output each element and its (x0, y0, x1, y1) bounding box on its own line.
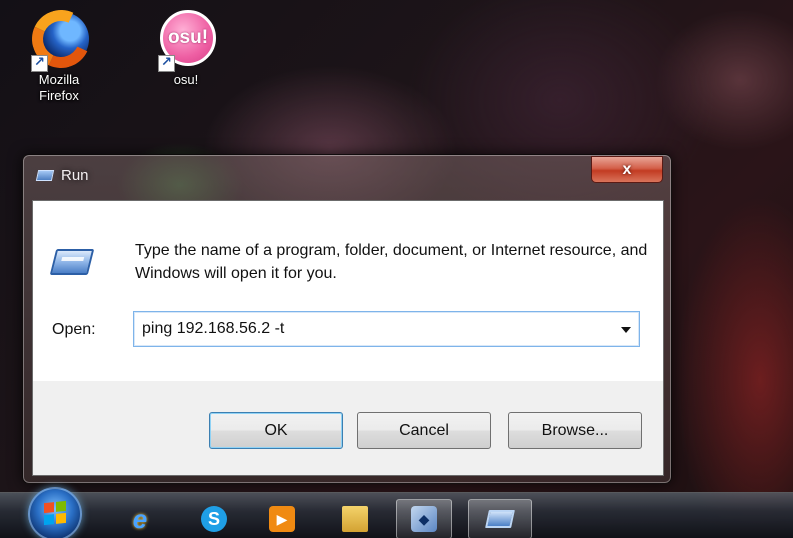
internet-explorer-icon: e (132, 504, 148, 534)
windows-explorer-icon (342, 506, 368, 532)
dialog-content: Type the name of a program, folder, docu… (33, 201, 663, 381)
skype-icon: S (201, 506, 227, 532)
windows-logo-icon (44, 500, 66, 526)
media-player-icon: ▶ (269, 506, 295, 532)
osu-icon: osu! (156, 8, 216, 72)
run-program-icon (49, 249, 95, 275)
open-combobox[interactable]: ping 192.168.56.2 -t (133, 311, 640, 347)
taskbar-item-media-player[interactable]: ▶ (254, 499, 310, 538)
start-button[interactable] (28, 487, 82, 538)
open-label: Open: (52, 321, 96, 338)
taskbar-item-internet-explorer[interactable]: e (112, 499, 168, 538)
open-input[interactable]: ping 192.168.56.2 -t (142, 320, 284, 337)
taskbar-item-windows-explorer[interactable] (327, 499, 383, 538)
close-button[interactable]: x (591, 156, 663, 183)
shortcut-arrow-icon (158, 54, 175, 72)
browse-button[interactable]: Browse... (508, 412, 642, 449)
ok-button[interactable]: OK (209, 412, 343, 449)
taskbar: e S ▶ ◆ (0, 487, 793, 538)
cancel-button[interactable]: Cancel (357, 412, 491, 449)
run-icon (485, 510, 515, 528)
run-dialog: Run x Type the name of a program, folder… (22, 154, 672, 484)
virtualbox-icon: ◆ (411, 506, 437, 532)
desktop-icon-label: Mozilla (38, 72, 80, 87)
firefox-icon (23, 1, 99, 77)
desktop-icon-label: Firefox (39, 88, 79, 103)
close-icon: x (622, 161, 632, 178)
desktop-icon-label: osu! (173, 72, 199, 87)
taskbar-item-virtualbox[interactable]: ◆ (396, 499, 452, 538)
dialog-titlebar[interactable]: Run x (23, 155, 671, 199)
dialog-client-area: Type the name of a program, folder, docu… (32, 200, 664, 476)
desktop-icon-osu[interactable]: osu! osu! (146, 8, 226, 88)
run-icon (35, 170, 55, 181)
desktop-icon-firefox[interactable]: Mozilla Firefox (19, 1, 99, 104)
shortcut-arrow-icon (31, 54, 48, 72)
taskbar-item-skype[interactable]: S (186, 499, 242, 538)
chevron-down-icon[interactable] (621, 327, 631, 333)
dialog-title: Run (61, 167, 89, 184)
dialog-description: Type the name of a program, folder, docu… (135, 242, 648, 282)
taskbar-item-run[interactable] (468, 499, 532, 538)
